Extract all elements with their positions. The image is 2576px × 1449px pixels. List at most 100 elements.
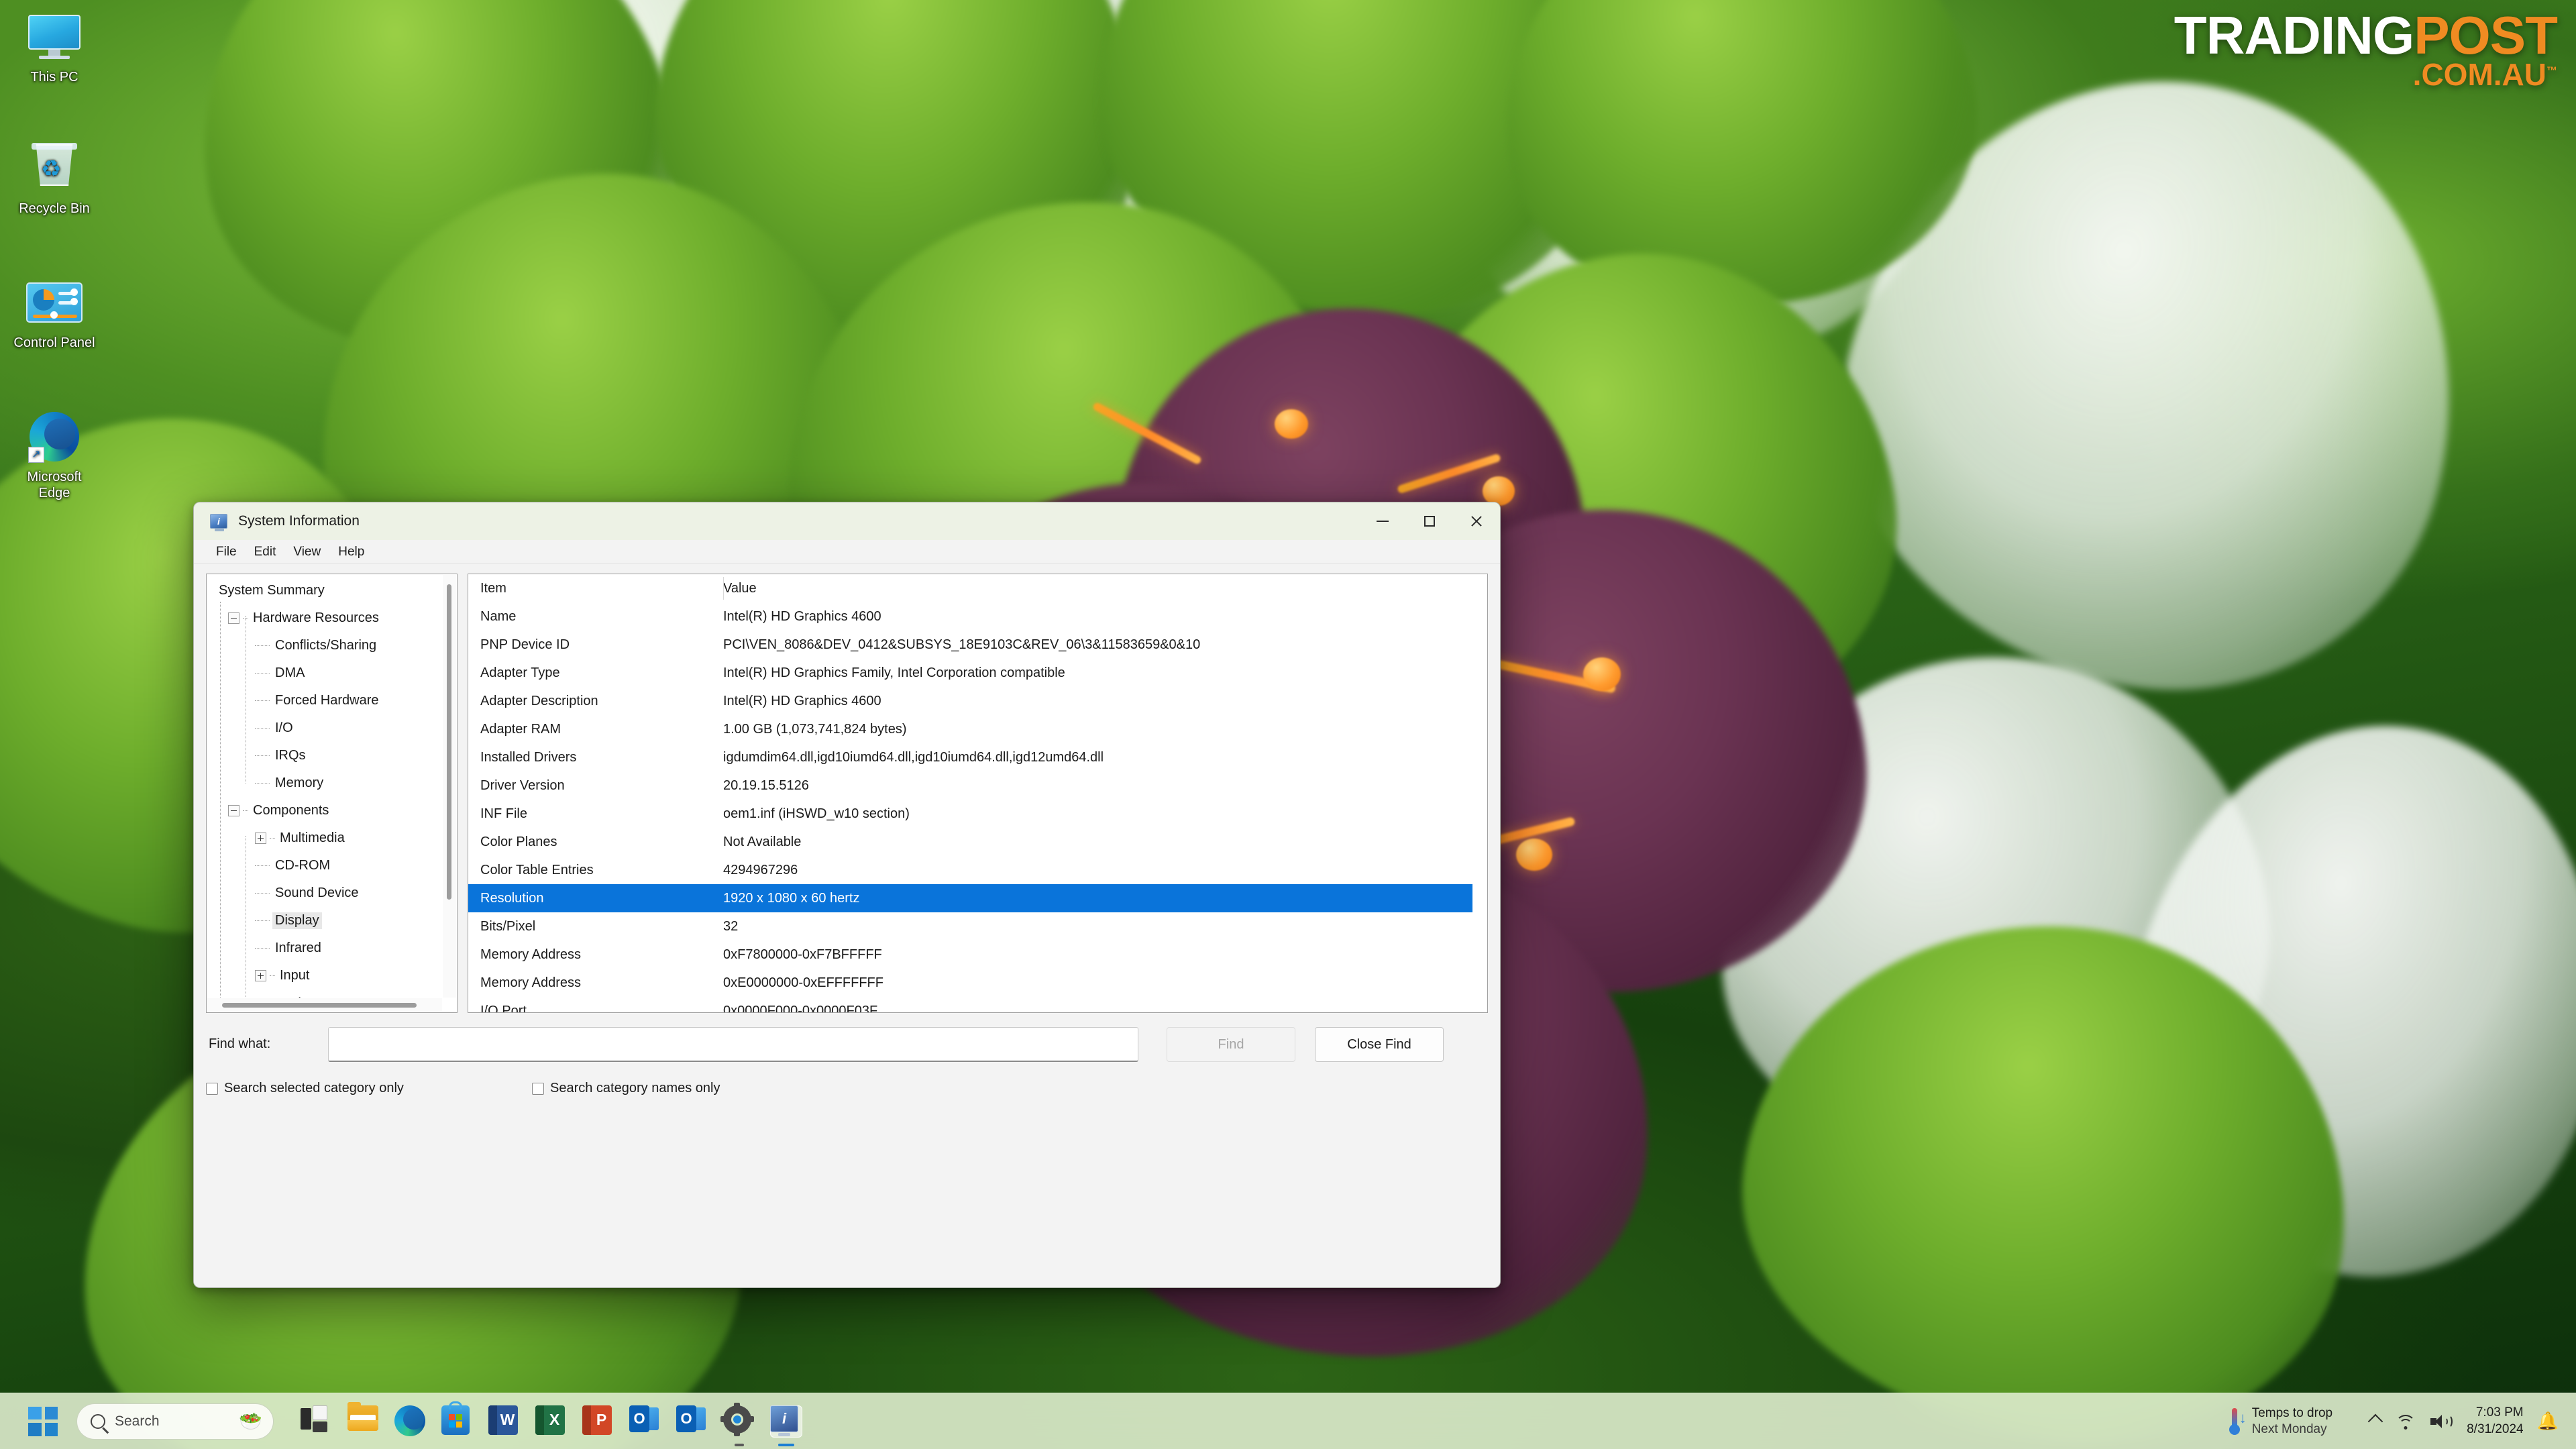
list-rows: Name Intel(R) HD Graphics 4600 PNP Device … bbox=[468, 602, 1487, 1013]
tree-vertical-scrollbar[interactable] bbox=[443, 575, 456, 998]
clock-date: 8/31/2024 bbox=[2467, 1421, 2524, 1436]
category-tree[interactable]: System Summary Hardware Resources Conflict… bbox=[206, 574, 458, 1013]
tree-item-label: IRQs bbox=[275, 748, 306, 763]
tree-item-input[interactable]: Input bbox=[207, 962, 442, 989]
table-row[interactable]: Bits/Pixel 32 bbox=[468, 912, 1487, 941]
cell-value: 1920 x 1080 x 60 hertz bbox=[723, 890, 860, 906]
taskbar-microsoft-store[interactable] bbox=[441, 1401, 474, 1438]
table-row[interactable]: PNP Device ID PCI\VEN_8086&DEV_0412&SUBSY… bbox=[468, 631, 1487, 659]
taskbar-word[interactable]: W bbox=[488, 1405, 521, 1438]
cell-value: 20.19.15.5126 bbox=[723, 777, 809, 793]
tree-item-label: Conflicts/Sharing bbox=[275, 638, 377, 653]
tree-item-label: CD-ROM bbox=[275, 858, 331, 873]
tree-connector bbox=[255, 700, 270, 701]
taskbar-file-explorer[interactable] bbox=[347, 1401, 380, 1438]
menu-edit[interactable]: Edit bbox=[246, 542, 285, 562]
table-row[interactable]: Adapter Description Intel(R) HD Graphics … bbox=[468, 687, 1487, 715]
taskbar-outlook[interactable]: O bbox=[629, 1405, 661, 1438]
tree-item-system-summary[interactable]: System Summary bbox=[207, 577, 442, 604]
tree-item-components[interactable]: Components bbox=[207, 797, 442, 824]
wifi-icon[interactable] bbox=[2396, 1413, 2416, 1430]
tree-item-multimedia[interactable]: Multimedia bbox=[207, 824, 442, 852]
desktop-icon-microsoft-edge[interactable]: ↗ Microsoft Edge bbox=[4, 408, 105, 501]
desktop-icon-recycle-bin[interactable]: ♻ Recycle Bin bbox=[4, 140, 105, 217]
tree-item-label: DMA bbox=[275, 665, 305, 680]
monitor-icon bbox=[4, 8, 105, 66]
table-row[interactable]: Color Planes Not Available bbox=[468, 828, 1487, 856]
show-hidden-icons-button[interactable] bbox=[2367, 1413, 2383, 1429]
table-row[interactable]: INF File oem1.inf (iHSWD_w10 section) bbox=[468, 800, 1487, 828]
table-row[interactable]: Adapter Type Intel(R) HD Graphics Family,… bbox=[468, 659, 1487, 687]
list-header[interactable]: Item Value bbox=[468, 574, 1487, 602]
column-divider[interactable] bbox=[723, 577, 724, 600]
system-information-icon bbox=[770, 1405, 798, 1436]
table-row[interactable]: Name Intel(R) HD Graphics 4600 bbox=[468, 602, 1487, 631]
column-header-value[interactable]: Value bbox=[723, 581, 1487, 596]
clock-time: 7:03 PM bbox=[2475, 1405, 2524, 1419]
clock[interactable]: 7:03 PM 8/31/2024 bbox=[2467, 1405, 2524, 1438]
weather-widget[interactable]: ↓ Temps to drop Next Monday bbox=[2226, 1405, 2332, 1438]
taskbar[interactable]: Search 🥗 W X P O O i ↓ Temps to drop Nex… bbox=[0, 1393, 2576, 1449]
taskbar-outlook-classic[interactable]: O bbox=[676, 1405, 708, 1438]
taskbar-settings[interactable] bbox=[720, 1402, 755, 1446]
table-row[interactable]: Memory Address 0xF7800000-0xF7BFFFFF bbox=[468, 941, 1487, 969]
weather-subtitle: Next Monday bbox=[2251, 1421, 2327, 1436]
taskbar-search[interactable]: Search 🥗 bbox=[76, 1403, 274, 1440]
window-titlebar[interactable]: System Information bbox=[194, 502, 1500, 540]
tree-item-modem[interactable]: Modem bbox=[207, 989, 442, 998]
cell-item: Resolution bbox=[480, 890, 544, 906]
tree-item-dma[interactable]: DMA bbox=[207, 659, 442, 687]
maximize-button[interactable] bbox=[1406, 502, 1453, 540]
expand-icon[interactable] bbox=[255, 833, 266, 844]
table-row[interactable]: Driver Version 20.19.15.5126 bbox=[468, 771, 1487, 800]
table-row[interactable]: Installed Drivers igdumdim64.dll,igd10ium… bbox=[468, 743, 1487, 771]
taskbar-powerpoint[interactable]: P bbox=[582, 1405, 614, 1438]
expand-icon[interactable] bbox=[255, 970, 266, 981]
search-category-names-checkbox[interactable] bbox=[532, 1082, 544, 1095]
tree-item-i-o[interactable]: I/O bbox=[207, 714, 442, 742]
close-button[interactable] bbox=[1453, 502, 1500, 540]
collapse-icon[interactable] bbox=[228, 805, 239, 816]
find-input[interactable] bbox=[328, 1027, 1138, 1062]
close-find-button[interactable]: Close Find bbox=[1315, 1027, 1444, 1062]
tree-horizontal-scrollbar[interactable] bbox=[207, 998, 442, 1012]
column-header-item[interactable]: Item bbox=[468, 581, 723, 596]
tree-item-infrared[interactable]: Infrared bbox=[207, 934, 442, 962]
table-row[interactable]: I/O Port 0x0000F000-0x0000F03F bbox=[468, 997, 1487, 1013]
menu-view[interactable]: View bbox=[284, 542, 329, 562]
details-list[interactable]: Item Value Name Intel(R) HD Graphics 4600… bbox=[468, 574, 1488, 1013]
tree-item-sound-device[interactable]: Sound Device bbox=[207, 879, 442, 907]
collapse-icon[interactable] bbox=[228, 612, 239, 624]
search-selected-category-checkbox-row[interactable]: Search selected category only bbox=[206, 1081, 404, 1096]
menu-help[interactable]: Help bbox=[329, 542, 373, 562]
table-row[interactable]: Adapter RAM 1.00 GB (1,073,741,824 bytes) bbox=[468, 715, 1487, 743]
find-button[interactable]: Find bbox=[1167, 1027, 1295, 1062]
tree-item-memory[interactable]: Memory bbox=[207, 769, 442, 797]
taskbar-task-view[interactable] bbox=[301, 1405, 333, 1438]
minimize-button[interactable] bbox=[1359, 502, 1406, 540]
tree-item-hardware-resources[interactable]: Hardware Resources bbox=[207, 604, 442, 632]
table-row[interactable]: Color Table Entries 4294967296 bbox=[468, 856, 1487, 884]
table-row[interactable]: Memory Address 0xE0000000-0xEFFFFFFF bbox=[468, 969, 1487, 997]
tree-item-forced-hardware[interactable]: Forced Hardware bbox=[207, 687, 442, 714]
table-row[interactable]: Resolution 1920 x 1080 x 60 hertz bbox=[468, 884, 1472, 912]
search-category-names-checkbox-row[interactable]: Search category names only bbox=[532, 1081, 720, 1096]
outlook-classic-icon: O bbox=[676, 1405, 706, 1432]
notification-bell-icon[interactable]: 🔔 bbox=[2537, 1411, 2559, 1432]
menu-file[interactable]: File bbox=[207, 542, 246, 562]
start-button[interactable] bbox=[28, 1406, 58, 1436]
taskbar-excel[interactable]: X bbox=[535, 1405, 568, 1438]
gear-icon bbox=[720, 1402, 754, 1436]
tree-item-irqs[interactable]: IRQs bbox=[207, 742, 442, 769]
taskbar-microsoft-edge[interactable] bbox=[394, 1405, 427, 1438]
desktop[interactable]: TRADINGPOST .COM.AU™ This PC ♻ Recycle B… bbox=[0, 0, 2576, 1449]
search-selected-category-checkbox[interactable] bbox=[206, 1082, 218, 1095]
system-information-window[interactable]: System Information File Edit View Help S… bbox=[193, 502, 1501, 1288]
tree-item-conflicts-sharing[interactable]: Conflicts/Sharing bbox=[207, 632, 442, 659]
volume-icon[interactable] bbox=[2430, 1413, 2453, 1430]
taskbar-system-information[interactable] bbox=[770, 1405, 802, 1446]
desktop-icon-control-panel[interactable]: Control Panel bbox=[4, 274, 105, 352]
tree-item-display[interactable]: Display bbox=[207, 907, 442, 934]
desktop-icon-this-pc[interactable]: This PC bbox=[4, 8, 105, 86]
tree-item-cd-rom[interactable]: CD-ROM bbox=[207, 852, 442, 879]
